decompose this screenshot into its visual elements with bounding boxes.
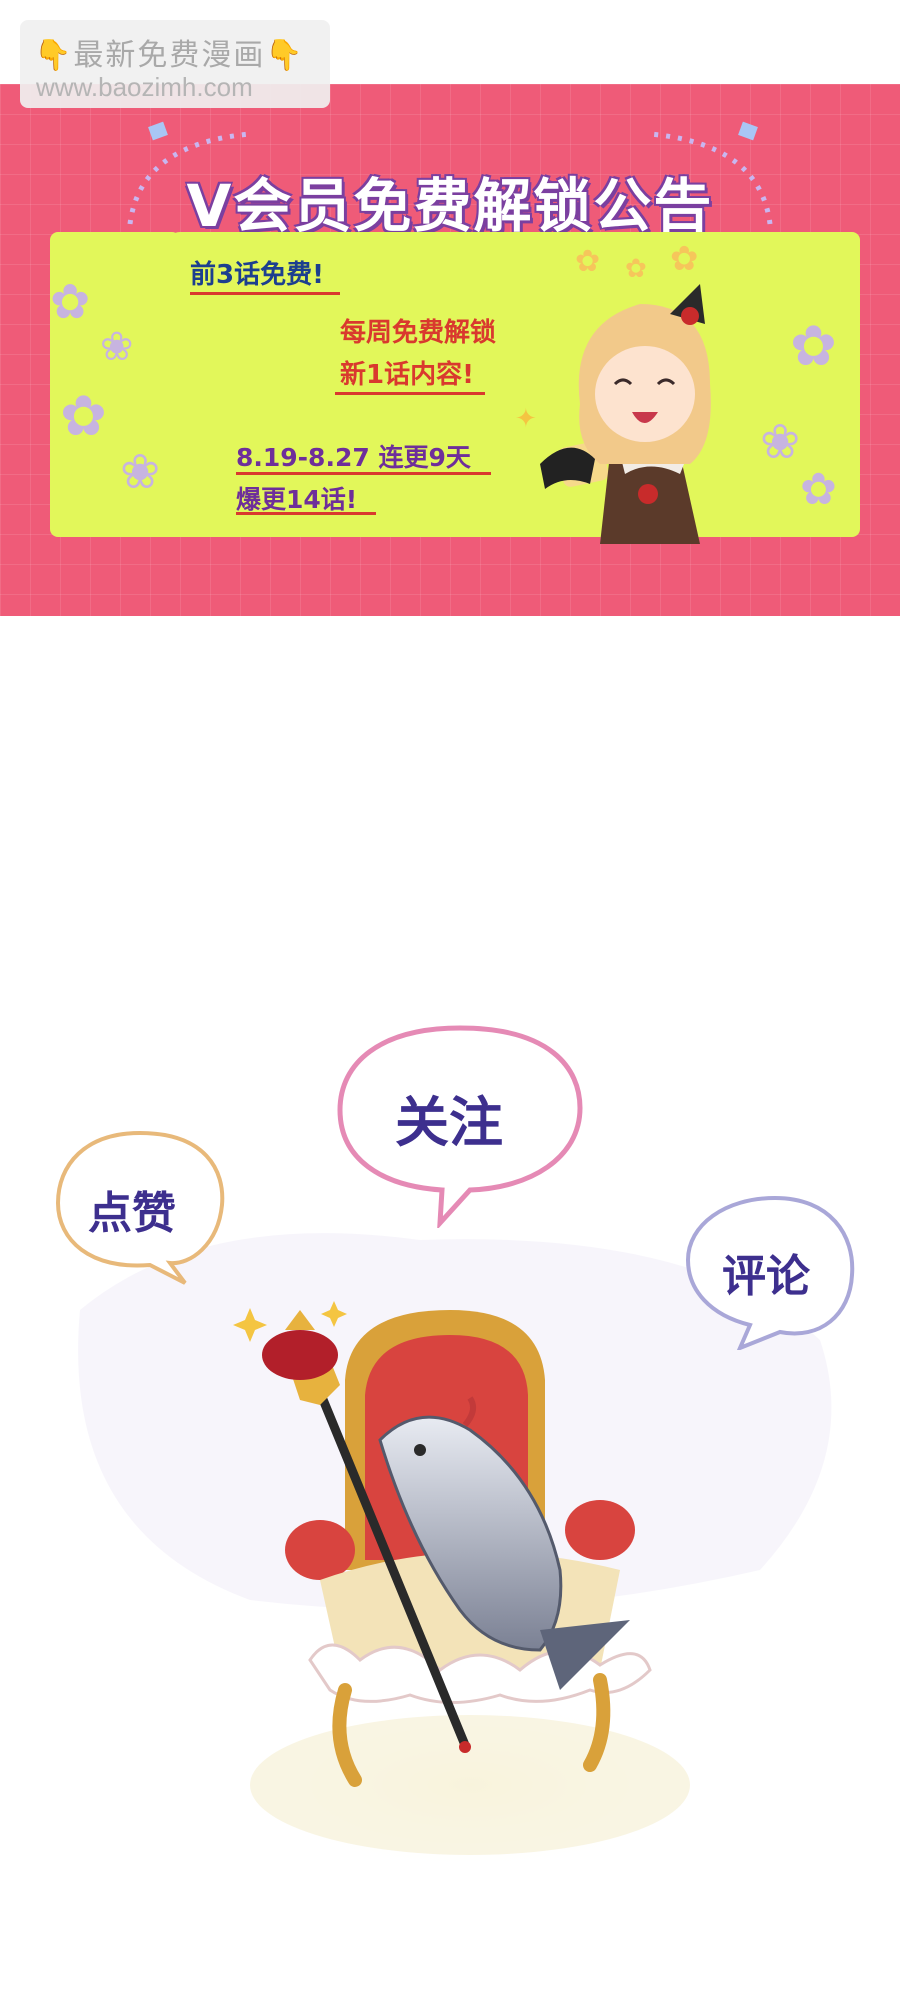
- right-panel: [722, 232, 860, 537]
- flower-icon: ❀: [760, 414, 801, 470]
- comment-label: 评论: [722, 1251, 810, 1302]
- underline: [236, 472, 491, 475]
- like-bubble[interactable]: 点赞: [50, 1125, 230, 1285]
- flower-icon: ✿: [790, 314, 837, 379]
- flower-icon: ❀: [100, 324, 134, 370]
- watermark-title: 最新免费漫画: [73, 38, 266, 73]
- pointing-down-icon: 👇: [265, 38, 305, 73]
- star-icon: ✦: [515, 404, 537, 434]
- vip-announcement-banner: V会员免费解锁公告 ✿ ❀ ✿ ❀ ✿ ❀ ✿ 前3话免费! 每周免费解锁 新1…: [0, 84, 900, 616]
- flower-icon: ✿: [800, 464, 837, 515]
- chibi-character-illustration: [540, 284, 711, 544]
- underline: [236, 512, 376, 515]
- update-dates: 8.19-8.27 连更9天: [236, 443, 471, 472]
- flower-icon: ❀: [120, 444, 161, 500]
- watermark-url: www.baozimh.com: [36, 72, 253, 102]
- watermark: 👇最新免费漫画👇 www.baozimh.com: [20, 20, 330, 108]
- flower-icon: ✿: [60, 384, 107, 449]
- weekly-unlock-line1: 每周免费解锁: [340, 318, 497, 348]
- underline: [190, 292, 340, 295]
- pointing-down-icon: 👇: [34, 38, 74, 73]
- comment-bubble[interactable]: 评论: [680, 1190, 860, 1350]
- free-first-chapters: 前3话免费!: [190, 260, 324, 290]
- flower-icon: ✿: [50, 274, 91, 330]
- follow-bubble[interactable]: 关注: [330, 1018, 590, 1228]
- underline: [335, 392, 485, 395]
- like-label: 点赞: [88, 1188, 176, 1239]
- follow-label: 关注: [395, 1090, 503, 1154]
- banner-title: V会员免费解锁公告: [186, 172, 714, 240]
- weekly-unlock-line2: 新1话内容!: [340, 360, 474, 390]
- burst-update: 爆更14话!: [236, 485, 358, 514]
